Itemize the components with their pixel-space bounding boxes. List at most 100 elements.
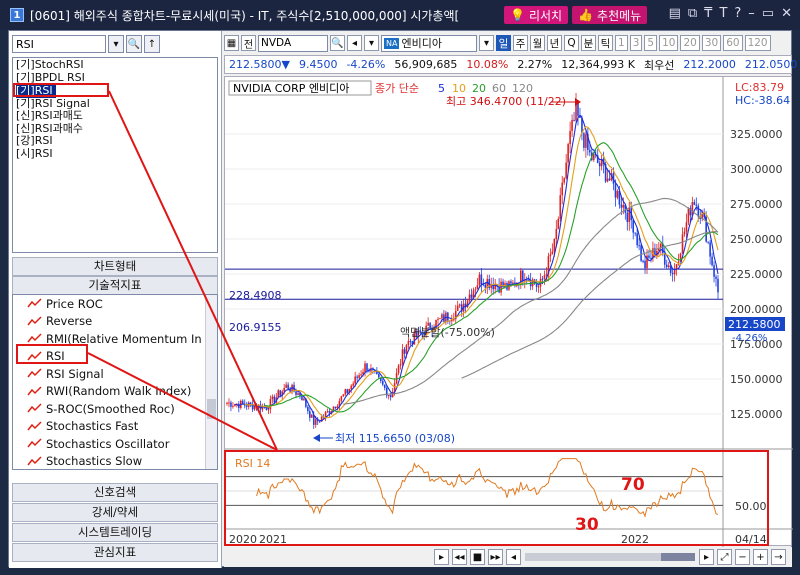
maximize-icon[interactable]: ▭ (762, 6, 774, 21)
chart-toolbar: ▦ 전 🔍 ◂ ▾ NA엔비디아 ▾ 일 주 월 년 Q 분 틱 1 3 5 1… (224, 33, 792, 53)
candle-body (565, 162, 567, 179)
interval-30[interactable]: 30 (701, 35, 722, 51)
candle-body (476, 285, 479, 290)
candle-body (245, 405, 248, 407)
close-icon[interactable]: ✕ (781, 6, 792, 21)
y-tick-label: 150.0000 (730, 373, 783, 386)
candle-body (537, 286, 540, 288)
zoom-in-icon[interactable]: + (753, 549, 768, 565)
interval-20[interactable]: 20 (680, 35, 700, 51)
candle-body (326, 411, 329, 413)
candle-body (589, 149, 591, 153)
tree-item[interactable]: RWI(Random Walk Index) (13, 383, 217, 401)
candle-body (309, 411, 311, 418)
candle-body (230, 402, 232, 407)
layout-icon[interactable]: ▤ (669, 6, 681, 21)
candle-body (283, 387, 285, 392)
dropdown-icon[interactable]: ▾ (108, 35, 124, 53)
stop-icon[interactable]: ■ (470, 549, 485, 565)
period-quarter[interactable]: Q (564, 35, 579, 51)
search-icon[interactable]: 🔍 (330, 35, 345, 51)
interval-60[interactable]: 60 (723, 35, 743, 51)
candle-body (667, 265, 670, 268)
line-chart-icon (27, 421, 42, 431)
hc-value: HC:-38.64 (735, 94, 790, 107)
indicator-panel: ▾ 🔍 ↑ [기]StochRSI [기]BPDL RSI [기]RSI [기]… (9, 31, 222, 568)
tree-item[interactable]: Stochastics Fast (13, 418, 217, 436)
fast-forward-icon[interactable]: ▸▸ (488, 549, 503, 565)
list-item[interactable]: [시]RSI (16, 147, 214, 161)
recommend-menu-button[interactable]: 👍 추천메뉴 (572, 6, 648, 24)
period-tick[interactable]: 틱 (598, 35, 613, 51)
chart-settings-icon[interactable]: ▦ (224, 35, 239, 51)
text-size-icon[interactable]: T (719, 6, 727, 21)
interval-5[interactable]: 5 (644, 35, 658, 51)
speaker-icon[interactable]: ◂ (347, 35, 362, 51)
tree-item[interactable]: RSI Signal (13, 365, 217, 383)
legend-ma10: 10 (452, 82, 466, 95)
pin-icon[interactable]: ₸ (704, 6, 712, 21)
period-year[interactable]: 년 (547, 35, 562, 51)
line1-label: 228.4908 (229, 289, 282, 302)
technical-indicator-button[interactable]: 기술적지표 (12, 276, 218, 295)
scroll-thumb[interactable] (661, 553, 695, 561)
candle-body (356, 376, 358, 378)
candle-body (403, 349, 406, 354)
scroll-thumb[interactable] (207, 399, 216, 419)
dropdown-icon[interactable]: ▾ (479, 35, 494, 51)
candle-body (687, 208, 690, 223)
strength-weakness-button[interactable]: 강세/약세 (12, 503, 218, 522)
search-icon[interactable]: 🔍 (126, 35, 142, 53)
tree-item[interactable]: Reverse (13, 313, 217, 331)
candle-body (226, 402, 228, 404)
arrow-right-icon[interactable]: → (771, 549, 786, 565)
y-tick-label: 300.0000 (730, 163, 783, 176)
expand-icon[interactable]: ⤢ (717, 549, 732, 565)
tree-scrollbar[interactable] (205, 295, 217, 469)
tree-item[interactable]: Stochastics Oscillator (13, 435, 217, 453)
tree-item[interactable]: S-ROC(Smoothed Roc) (13, 400, 217, 418)
tree-item[interactable]: Stochastics Slow (13, 453, 217, 470)
candle-body (543, 275, 546, 279)
research-button[interactable]: 💡 리서치 (504, 6, 569, 24)
candle-body (399, 364, 402, 366)
price-change: 9.4500 (298, 58, 338, 71)
period-month[interactable]: 월 (530, 35, 545, 51)
candle-body (561, 182, 564, 196)
chart-type-button[interactable]: 차트형태 (12, 257, 218, 276)
tree-item-label: S-ROC(Smoothed Roc) (46, 401, 175, 416)
system-trading-button[interactable]: 시스템트레이딩 (12, 523, 218, 542)
list-item[interactable]: [신]RSI과매도 (16, 109, 214, 123)
minimize-icon[interactable]: – (748, 6, 755, 21)
interval-120[interactable]: 120 (744, 35, 771, 51)
candle-body (553, 239, 556, 252)
period-day[interactable]: 일 (496, 35, 511, 51)
quote-row: 212.5800▼ 9.4500 -4.26% 56,909,685 10.08… (224, 55, 797, 74)
recommend-label: 추천메뉴 (597, 8, 642, 23)
help-icon[interactable]: ? (734, 6, 741, 21)
candle-body (559, 195, 562, 219)
period-week[interactable]: 주 (513, 35, 528, 51)
up-arrow-icon[interactable]: ↑ (144, 35, 160, 53)
list-item[interactable]: [강]RSI (16, 134, 214, 148)
play-icon[interactable]: ▸ (434, 549, 449, 565)
scroll-left-icon[interactable]: ◂ (506, 549, 521, 565)
indicator-search-input[interactable] (12, 35, 106, 53)
interval-1[interactable]: 1 (615, 35, 628, 51)
tree-item[interactable]: Price ROC (13, 295, 217, 313)
ticker-input[interactable] (258, 34, 328, 52)
zoom-out-icon[interactable]: − (735, 549, 750, 565)
list-item[interactable]: [기]StochRSI (16, 58, 214, 72)
interval-10[interactable]: 10 (659, 35, 679, 51)
full-view-button[interactable]: 전 (241, 35, 256, 51)
dropdown-icon[interactable]: ▾ (364, 35, 379, 51)
interval-3[interactable]: 3 (629, 35, 643, 51)
signal-search-button[interactable]: 신호검색 (12, 483, 218, 502)
copy-icon[interactable]: ⧉ (688, 6, 697, 21)
time-scrollbar[interactable] (525, 553, 695, 561)
scroll-right-icon[interactable]: ▸ (699, 549, 714, 565)
period-minute[interactable]: 분 (581, 35, 596, 51)
rewind-icon[interactable]: ◂◂ (452, 549, 467, 565)
candle-body (318, 421, 321, 423)
interest-indicator-button[interactable]: 관심지표 (12, 543, 218, 562)
